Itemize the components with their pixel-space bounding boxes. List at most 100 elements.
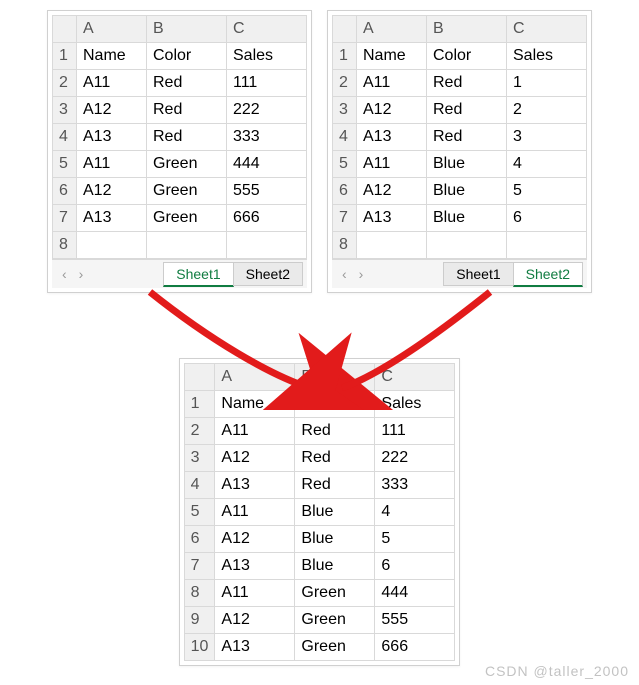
select-all-corner[interactable]	[333, 16, 357, 43]
next-sheet-icon[interactable]: ›	[353, 266, 370, 282]
row-header[interactable]: 3	[53, 97, 77, 124]
cell[interactable]: A13	[357, 124, 427, 151]
row-header[interactable]: 7	[53, 205, 77, 232]
tab-sheet1[interactable]: Sheet1	[443, 262, 513, 286]
cell[interactable]: Color	[427, 43, 507, 70]
cell[interactable]: A12	[77, 97, 147, 124]
row-header[interactable]: 10	[184, 634, 215, 661]
col-header-c[interactable]: C	[375, 364, 455, 391]
cell[interactable]: Red	[295, 445, 375, 472]
cell[interactable]: A13	[357, 205, 427, 232]
cell[interactable]: A11	[357, 151, 427, 178]
row-header[interactable]: 7	[333, 205, 357, 232]
row-header[interactable]: 1	[184, 391, 215, 418]
cell[interactable]: 6	[507, 205, 587, 232]
cell[interactable]: Name	[215, 391, 295, 418]
col-header-b[interactable]: B	[427, 16, 507, 43]
row-header[interactable]: 3	[184, 445, 215, 472]
cell[interactable]: Blue	[427, 151, 507, 178]
select-all-corner[interactable]	[53, 16, 77, 43]
cell[interactable]: Red	[427, 70, 507, 97]
cell[interactable]	[507, 232, 587, 259]
cell[interactable]: 1	[507, 70, 587, 97]
cell[interactable]	[357, 232, 427, 259]
cell[interactable]: Blue	[427, 178, 507, 205]
cell[interactable]: Blue	[427, 205, 507, 232]
col-header-c[interactable]: C	[507, 16, 587, 43]
row-header[interactable]: 1	[333, 43, 357, 70]
row-header[interactable]: 8	[333, 232, 357, 259]
cell[interactable]: A11	[215, 499, 295, 526]
tab-sheet1[interactable]: Sheet1	[163, 262, 233, 287]
cell[interactable]: 4	[375, 499, 455, 526]
select-all-corner[interactable]	[184, 364, 215, 391]
cell[interactable]: Name	[357, 43, 427, 70]
prev-sheet-icon[interactable]: ‹	[56, 266, 73, 282]
cell[interactable]: 111	[375, 418, 455, 445]
cell[interactable]: A11	[77, 151, 147, 178]
row-header[interactable]: 8	[53, 232, 77, 259]
row-header[interactable]: 1	[53, 43, 77, 70]
cell[interactable]: A11	[357, 70, 427, 97]
cell[interactable]: 4	[507, 151, 587, 178]
cell[interactable]: Green	[295, 607, 375, 634]
cell[interactable]	[77, 232, 147, 259]
cell[interactable]: Red	[147, 70, 227, 97]
tab-sheet2[interactable]: Sheet2	[513, 262, 583, 287]
grid-merged[interactable]: A B C 1NameColorSales2A11Red1113A12Red22…	[184, 363, 456, 661]
cell[interactable]: Blue	[295, 553, 375, 580]
grid-right[interactable]: A B C 1NameColorSales2A11Red13A12Red24A1…	[332, 15, 587, 259]
prev-sheet-icon[interactable]: ‹	[336, 266, 353, 282]
cell[interactable]: Red	[427, 124, 507, 151]
cell[interactable]: A12	[215, 607, 295, 634]
cell[interactable]: A13	[77, 124, 147, 151]
cell[interactable]	[147, 232, 227, 259]
cell[interactable]: Green	[295, 634, 375, 661]
cell[interactable]: Red	[147, 124, 227, 151]
cell[interactable]: 5	[507, 178, 587, 205]
cell[interactable]: Green	[147, 178, 227, 205]
row-header[interactable]: 6	[184, 526, 215, 553]
cell[interactable]: 2	[507, 97, 587, 124]
row-header[interactable]: 2	[333, 70, 357, 97]
cell[interactable]: 222	[375, 445, 455, 472]
cell[interactable]: A13	[77, 205, 147, 232]
cell[interactable]: Green	[147, 151, 227, 178]
cell[interactable]: 444	[375, 580, 455, 607]
row-header[interactable]: 6	[53, 178, 77, 205]
cell[interactable]: Sales	[227, 43, 307, 70]
cell[interactable]: 6	[375, 553, 455, 580]
cell[interactable]: Red	[427, 97, 507, 124]
cell[interactable]: A12	[215, 526, 295, 553]
cell[interactable]	[227, 232, 307, 259]
cell[interactable]: 555	[375, 607, 455, 634]
row-header[interactable]: 2	[184, 418, 215, 445]
row-header[interactable]: 5	[53, 151, 77, 178]
cell[interactable]: 333	[375, 472, 455, 499]
cell[interactable]: A11	[215, 418, 295, 445]
col-header-b[interactable]: B	[295, 364, 375, 391]
cell[interactable]: 3	[507, 124, 587, 151]
cell[interactable]: 666	[227, 205, 307, 232]
row-header[interactable]: 5	[333, 151, 357, 178]
grid-left[interactable]: A B C 1NameColorSales2A11Red1113A12Red22…	[52, 15, 307, 259]
cell[interactable]: Red	[295, 472, 375, 499]
cell[interactable]: A11	[77, 70, 147, 97]
cell[interactable]: A12	[357, 97, 427, 124]
cell[interactable]: Color	[147, 43, 227, 70]
cell[interactable]: Green	[147, 205, 227, 232]
tab-sheet2[interactable]: Sheet2	[233, 262, 303, 286]
row-header[interactable]: 4	[333, 124, 357, 151]
row-header[interactable]: 3	[333, 97, 357, 124]
cell[interactable]: 444	[227, 151, 307, 178]
col-header-a[interactable]: A	[215, 364, 295, 391]
cell[interactable]: 5	[375, 526, 455, 553]
cell[interactable]: Red	[295, 418, 375, 445]
cell[interactable]: Name	[77, 43, 147, 70]
next-sheet-icon[interactable]: ›	[73, 266, 90, 282]
row-header[interactable]: 6	[333, 178, 357, 205]
cell[interactable]: Color	[295, 391, 375, 418]
col-header-b[interactable]: B	[147, 16, 227, 43]
cell[interactable]: A13	[215, 553, 295, 580]
cell[interactable]: Green	[295, 580, 375, 607]
